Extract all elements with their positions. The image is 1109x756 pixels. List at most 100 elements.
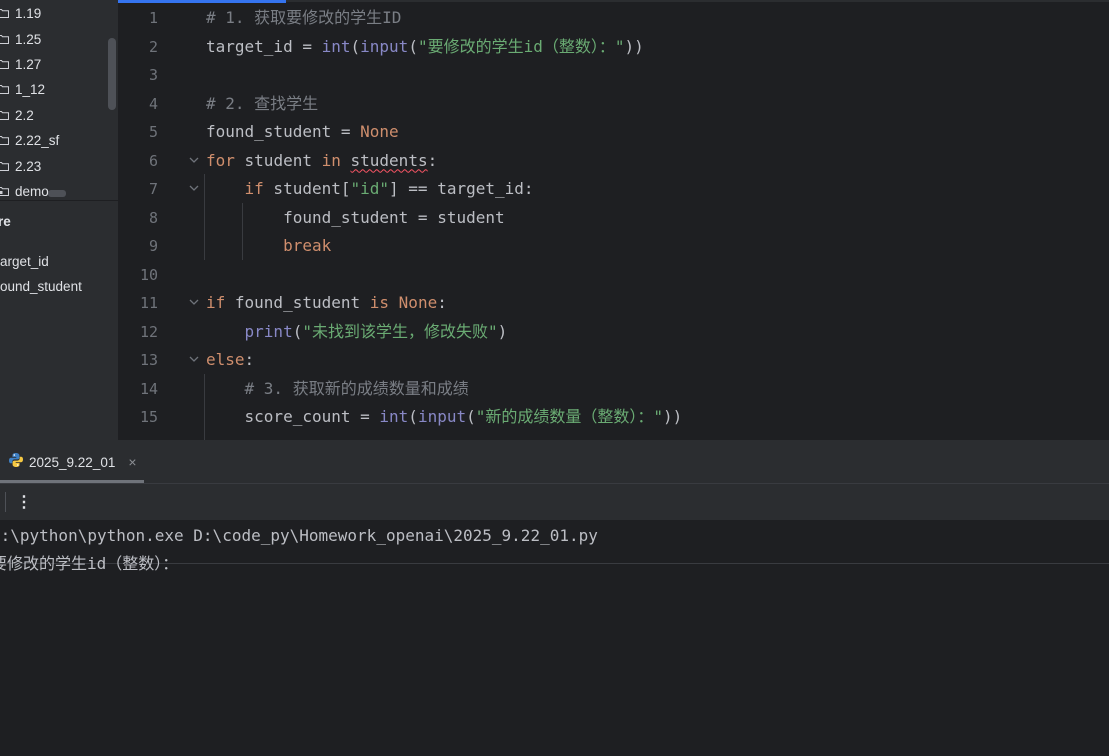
comment: # 3. 获取新的成绩数量和成绩 [206, 378, 469, 398]
editor-top-border [286, 0, 1109, 2]
folder-icon [0, 2, 11, 24]
fold-chevron-icon[interactable] [188, 154, 200, 166]
code-text: score_count = [206, 407, 380, 426]
code-text: ( [408, 407, 418, 426]
console-command-line: D:\python\python.exe D:\code_py\Homework… [0, 526, 598, 545]
tree-horizontal-scrollbar[interactable] [48, 190, 66, 197]
run-panel: 2025_9.22_01 × ⋮ D:\python\python.exe D:… [0, 440, 1109, 756]
code-text: student [234, 150, 322, 170]
line-number: 10 [139, 265, 158, 284]
python-icon [8, 452, 24, 473]
code-text: )) [624, 36, 644, 56]
folder-icon [0, 78, 11, 100]
code-line-6: for student in students: [206, 147, 437, 176]
code-line-8: found_student = student [206, 204, 505, 233]
keyword-for: for [206, 150, 235, 170]
structure-item-found-student[interactable]: ound_student [0, 279, 82, 294]
run-toolbar: ⋮ [0, 484, 1109, 564]
fold-chevron-icon[interactable] [188, 296, 200, 308]
tree-item-1-27[interactable]: 1.27 [0, 53, 41, 75]
panel-divider[interactable] [0, 200, 118, 201]
folder-icon [0, 53, 11, 75]
tree-item-label: demo [15, 183, 49, 199]
line-number: 14 [139, 379, 158, 398]
keyword-else: else [206, 350, 245, 369]
keyword-none: None [360, 122, 399, 141]
folder-icon [0, 155, 11, 177]
keyword-in: in [321, 150, 341, 170]
tree-item-demo[interactable]: demo [0, 180, 49, 200]
tree-item-label: 2.22_sf [15, 132, 60, 148]
folder-icon [0, 104, 11, 126]
tree-item-2-22-sf[interactable]: 2.22_sf [0, 129, 59, 151]
indent-guide [204, 374, 205, 440]
tree-item-2-23[interactable]: 2.23 [0, 155, 41, 177]
comment: # 1. 获取要修改的学生ID [206, 8, 402, 27]
code-text: ] == target_id: [389, 179, 534, 198]
tree-item-label: 1.19 [15, 5, 42, 21]
builtin-input: input [360, 36, 409, 56]
close-icon[interactable]: × [128, 454, 136, 470]
code-text: ( [466, 407, 476, 426]
comment: # 2. 查找学生 [206, 93, 319, 113]
keyword-is: is [369, 293, 390, 312]
line-number: 2 [148, 37, 158, 56]
project-tree: 1.19 1.25 1.27 1_12 2.2 2.22_sf 2.23 dem… [0, 0, 118, 200]
line-number: 12 [139, 322, 158, 341]
tree-item-1-19[interactable]: 1.19 [0, 2, 41, 24]
run-tab[interactable]: 2025_9.22_01 × [8, 451, 137, 473]
toolbar-separator [5, 492, 6, 512]
code-text: student[ [263, 179, 351, 198]
line-number: 7 [148, 180, 158, 198]
project-panel: 1.19 1.25 1.27 1_12 2.2 2.22_sf 2.23 dem… [0, 0, 118, 440]
code-text: ) [497, 321, 508, 341]
code-line-9: break [206, 232, 331, 261]
code-text: found_student [225, 293, 370, 312]
string-literal: "新的成绩数量（整数）：" [475, 407, 664, 426]
indent-guide [204, 174, 205, 260]
code-editor[interactable]: 1 2 3 4 5 6 7 8 9 10 11 12 13 14 15 # 1.… [118, 0, 1109, 440]
code-text: : [437, 293, 447, 312]
structure-item-target-id[interactable]: arget_id [0, 254, 49, 269]
line-number: 4 [148, 94, 158, 113]
code-line-12: print("未找到该学生，修改失败") [206, 318, 508, 347]
tree-item-label: 2.2 [15, 107, 34, 123]
tree-vertical-scrollbar[interactable] [108, 38, 116, 110]
code-text: )) [663, 407, 683, 426]
console-output[interactable]: D:\python\python.exe D:\code_py\Homework… [0, 520, 1109, 756]
fold-chevron-icon[interactable] [188, 182, 200, 194]
line-number: 5 [148, 123, 158, 141]
line-number: 11 [139, 294, 158, 312]
keyword-if: if [206, 293, 226, 312]
keyword-none: None [398, 293, 438, 312]
line-number: 8 [148, 208, 158, 227]
string-literal: "id" [350, 179, 390, 198]
editor-tab-indicator [118, 0, 286, 3]
tree-item-1-25[interactable]: 1.25 [0, 28, 41, 50]
code-line-15: score_count = int(input("新的成绩数量（整数）：")) [206, 403, 683, 432]
line-number: 3 [148, 66, 158, 84]
code-line-1: # 1. 获取要修改的学生ID [206, 4, 401, 33]
more-options-icon[interactable]: ⋮ [16, 490, 32, 514]
line-number: 9 [148, 237, 158, 255]
builtin-print: print [244, 321, 293, 341]
module-folder-icon [0, 180, 11, 200]
fold-chevron-icon[interactable] [188, 353, 200, 365]
run-tab-label: 2025_9.22_01 [29, 454, 116, 470]
tree-item-1-12[interactable]: 1_12 [0, 78, 45, 100]
code-line-14: # 3. 获取新的成绩数量和成绩 [206, 375, 469, 404]
folder-icon [0, 28, 11, 50]
builtin-input: input [417, 407, 467, 426]
string-literal: "未找到该学生，修改失败" [302, 321, 498, 341]
code-line-5: found_student = None [206, 118, 399, 147]
unresolved-reference-students[interactable]: students [351, 151, 428, 170]
line-number: 6 [148, 151, 158, 170]
tree-item-2-2[interactable]: 2.2 [0, 104, 34, 126]
tree-item-label: 1.25 [15, 31, 42, 47]
builtin-int: int [321, 36, 351, 56]
code-text: ( [408, 36, 418, 56]
